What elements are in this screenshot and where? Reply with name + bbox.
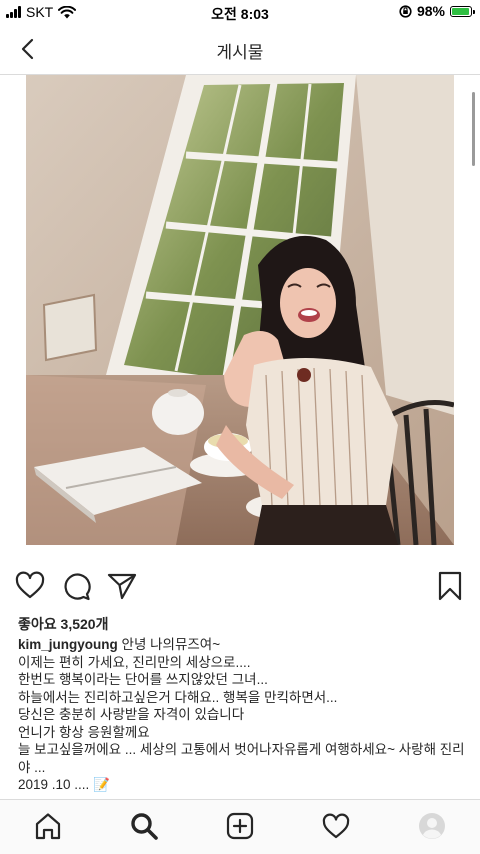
tab-profile[interactable] [417, 811, 447, 841]
tab-home[interactable] [33, 811, 63, 841]
caption-username[interactable]: kim_jungyoung [18, 637, 118, 652]
tab-search[interactable] [129, 811, 159, 841]
tab-bar [0, 799, 480, 854]
post-actions [0, 560, 480, 612]
caption-line: 이제는 편히 가세요, 진리만의 세상으로.... [18, 654, 251, 670]
battery-icon [450, 5, 475, 17]
share-icon [107, 573, 137, 600]
battery-percent: 98% [416, 3, 445, 19]
caption-last-line: 2019 .10 .... 📝 [18, 776, 466, 794]
like-button[interactable] [14, 570, 46, 602]
heart-icon [15, 571, 45, 599]
caption-line: 당신은 충분히 사랑받을 자격이 있습니다 [18, 707, 245, 722]
bookmark-icon [438, 571, 462, 601]
comment-button[interactable] [60, 570, 92, 602]
scrollbar[interactable] [472, 92, 475, 166]
home-icon [35, 813, 61, 840]
profile-avatar [419, 813, 445, 839]
caption-line: 한번도 행복이라는 단어를 쓰지않았던 그녀... [18, 672, 268, 687]
caption-line: 늘 보고싶을꺼에요 ... 세상의 고통에서 벗어나자유롭게 여행하세요~ 사랑… [18, 742, 465, 775]
share-button[interactable] [106, 570, 138, 602]
new-post-icon [226, 812, 254, 840]
caption-line: 언니가 항상 응원할께요 [18, 724, 150, 740]
caption-line: 하늘에서는 진리하고싶은거 다해요.. 행복을 만킥하면서... [18, 689, 338, 705]
nav-bar: 게시물 [0, 24, 480, 75]
likes-count[interactable]: 좋아요 3,520개 [18, 614, 108, 634]
status-bar: SKT 오전 8:03 98% [0, 0, 480, 24]
caption-line: 2019 .10 .... [18, 777, 94, 792]
bookmark-button[interactable] [434, 570, 466, 602]
memo-icon: 📝 [93, 777, 110, 792]
activity-icon [322, 813, 350, 839]
caption-first-line: kim_jungyoung 안녕 나의뮤즈여~ [18, 636, 466, 654]
page-title: 게시물 [216, 43, 264, 62]
caption-line: 안녕 나의뮤즈여~ [121, 637, 221, 652]
post-caption: kim_jungyoung 안녕 나의뮤즈여~ 이제는 편히 가세요, 진리만의… [18, 636, 466, 794]
comment-icon [64, 573, 91, 601]
post-photo-illustration [26, 75, 454, 545]
orientation-lock-icon [399, 4, 412, 18]
status-right: 98% [399, 3, 475, 19]
tab-activity[interactable] [321, 811, 351, 841]
post-photo[interactable] [26, 75, 454, 545]
search-icon [131, 813, 158, 840]
tab-new-post[interactable] [225, 811, 255, 841]
